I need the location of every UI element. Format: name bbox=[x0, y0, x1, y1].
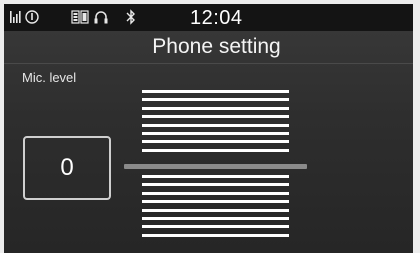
level-step-down[interactable] bbox=[142, 208, 289, 212]
status-bar: 12:04 bbox=[4, 4, 413, 31]
clock: 12:04 bbox=[190, 7, 243, 29]
level-step-up[interactable] bbox=[142, 106, 289, 110]
mic-level-decrease-bars[interactable] bbox=[142, 175, 289, 242]
level-step-down[interactable] bbox=[142, 200, 289, 204]
phone-status-icon bbox=[25, 10, 39, 24]
mic-level-increase-bars[interactable] bbox=[142, 90, 289, 157]
mic-level-label: Mic. level bbox=[22, 70, 77, 85]
level-step-up[interactable] bbox=[142, 123, 289, 127]
level-step-down[interactable] bbox=[142, 233, 289, 237]
level-step-down[interactable] bbox=[142, 216, 289, 220]
title-divider bbox=[4, 63, 413, 64]
level-step-up[interactable] bbox=[142, 140, 289, 144]
level-step-down[interactable] bbox=[142, 175, 289, 178]
level-step-up[interactable] bbox=[142, 90, 289, 93]
phone-setting-screen: 12:04 Phone setting Mic. level 0 bbox=[4, 4, 413, 253]
level-step-up[interactable] bbox=[142, 131, 289, 135]
level-step-down[interactable] bbox=[142, 183, 289, 187]
page-title: Phone setting bbox=[152, 35, 281, 58]
level-step-up[interactable] bbox=[142, 115, 289, 119]
level-step-down[interactable] bbox=[142, 191, 289, 195]
level-step-up[interactable] bbox=[142, 98, 289, 102]
mic-level-value: 0 bbox=[23, 136, 111, 200]
level-step-up[interactable] bbox=[142, 148, 289, 152]
signal-strength-icon bbox=[10, 11, 21, 23]
headset-icon bbox=[94, 11, 108, 24]
bluetooth-icon bbox=[126, 9, 135, 25]
mic-level-center-indicator bbox=[124, 164, 307, 169]
phone-battery-icon bbox=[71, 10, 89, 24]
level-step-down[interactable] bbox=[142, 225, 289, 229]
